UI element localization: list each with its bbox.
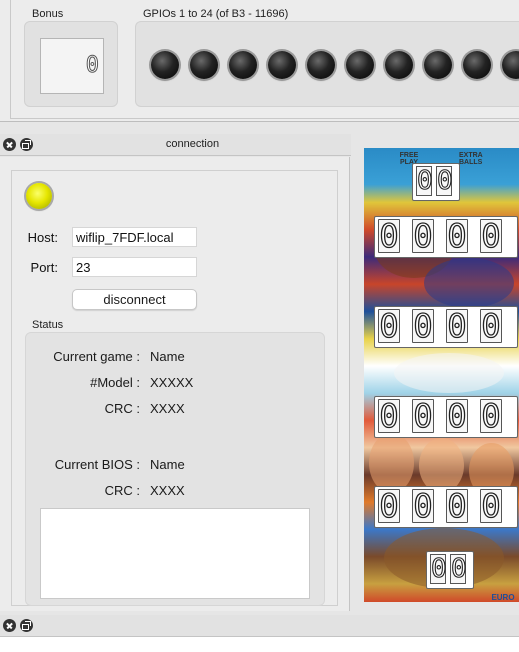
float-window-icon[interactable] — [20, 619, 33, 632]
connection-window-title: connection — [165, 138, 220, 150]
game-crc-value: XXXX — [150, 401, 185, 416]
score-digit: 0 — [412, 307, 434, 345]
player-score-display: 0000 — [374, 306, 518, 348]
ball-count-display: 00 — [426, 551, 474, 589]
gpio-led-icon — [307, 51, 335, 79]
port-label: Port: — [30, 260, 58, 275]
model-value: XXXXX — [150, 375, 194, 390]
score-digit: 0 — [430, 554, 447, 584]
score-digit: 0 — [446, 487, 468, 525]
disconnect-button[interactable]: disconnect — [72, 289, 197, 310]
score-digit: 0 — [412, 397, 434, 435]
extra-balls-text: EXTRA BALLS — [459, 152, 483, 166]
score-digit: 0 — [378, 487, 400, 525]
score-digit: 0 — [436, 166, 453, 196]
score-digit: 0 — [412, 487, 434, 525]
bios-crc-label: CRC : — [104, 483, 140, 498]
art-figure — [424, 258, 514, 308]
gpio-led-icon — [385, 51, 413, 79]
gpio-led-icon — [346, 51, 374, 79]
gpio-led-icon — [268, 51, 296, 79]
player-score-display: 0000 — [374, 396, 518, 438]
art-face — [419, 438, 464, 493]
corner-text: EURO — [491, 593, 515, 602]
current-bios-label: Current BIOS : — [54, 457, 140, 472]
gpio-led-icon — [190, 51, 218, 79]
art-emblem — [394, 353, 504, 393]
score-digit: 0 — [480, 217, 502, 255]
close-icon[interactable] — [3, 619, 16, 632]
score-digit: 0 — [378, 307, 400, 345]
score-digit: 0 — [480, 397, 502, 435]
score-digit: 0 — [412, 217, 434, 255]
bonus-title: Bonus — [32, 8, 64, 20]
connection-status-led — [26, 183, 52, 209]
score-digit: 0 — [480, 487, 502, 525]
bottom-window-body — [0, 637, 519, 652]
score-digit: 0 — [446, 307, 468, 345]
game-crc-label: CRC : — [104, 401, 140, 416]
score-digit: 0 — [446, 217, 468, 255]
gpio-title: GPIOs 1 to 24 (of B3 - 11696) — [143, 8, 289, 20]
score-digit: 0 — [450, 554, 467, 584]
model-label: #Model : — [90, 375, 140, 390]
bottom-window-titlebar[interactable] — [0, 615, 519, 637]
player-score-display: 0000 — [374, 486, 518, 528]
current-game-value: Name — [150, 349, 185, 364]
host-input[interactable]: wiflip_7FDF.local — [72, 227, 197, 247]
gpio-led-icon — [424, 51, 452, 79]
score-digit: 0 — [416, 166, 433, 196]
art-face — [369, 433, 414, 493]
player-score-display: 0000 — [374, 216, 518, 258]
current-bios-value: Name — [150, 457, 185, 472]
bonus-display: 0 — [40, 38, 104, 94]
port-input[interactable]: 23 — [72, 257, 197, 277]
gpio-led-icon — [463, 51, 491, 79]
host-label: Host: — [27, 230, 58, 245]
score-digit: 0 — [480, 307, 502, 345]
bios-crc-value: XXXX — [150, 483, 185, 498]
bonus-value: 0 — [85, 53, 99, 79]
ball-count-display: 00 — [412, 163, 460, 201]
score-digit: 0 — [446, 397, 468, 435]
log-textarea[interactable] — [40, 508, 310, 599]
score-digit: 0 — [378, 397, 400, 435]
status-title: Status — [32, 319, 64, 331]
gpio-led-icon — [229, 51, 257, 79]
score-digit: 0 — [378, 217, 400, 255]
current-game-label: Current game : — [53, 349, 140, 364]
gpio-led-icon — [151, 51, 179, 79]
